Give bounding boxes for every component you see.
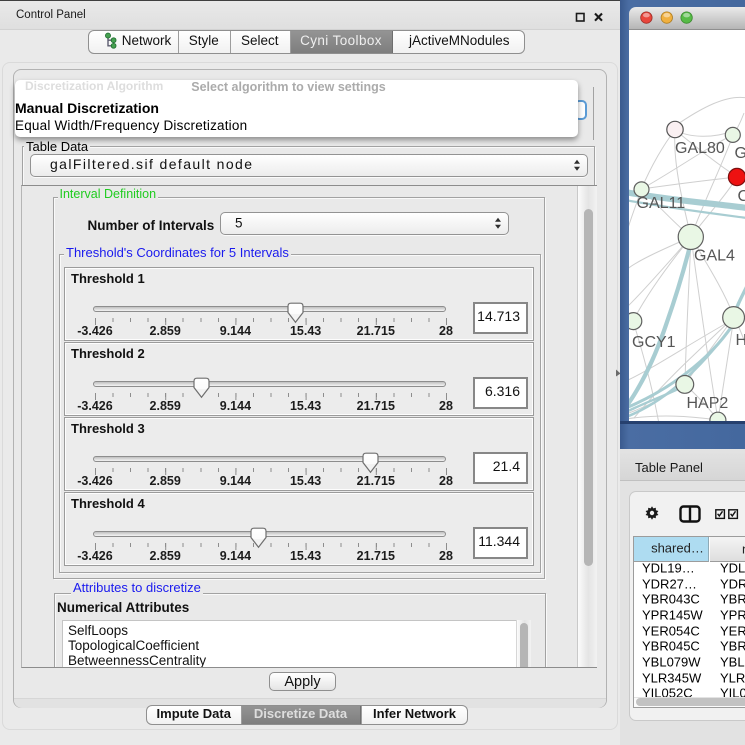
svg-text:GAL11: GAL11 (637, 195, 686, 212)
svg-text:GCY1: GCY1 (632, 334, 676, 351)
svg-text:HAP2: HAP2 (687, 395, 729, 412)
svg-text:C: C (738, 188, 745, 205)
svg-text:GA: GA (735, 145, 745, 162)
svg-text:GAL4: GAL4 (694, 248, 735, 265)
svg-text:GAL80: GAL80 (675, 140, 725, 157)
svg-text:H: H (736, 332, 745, 349)
